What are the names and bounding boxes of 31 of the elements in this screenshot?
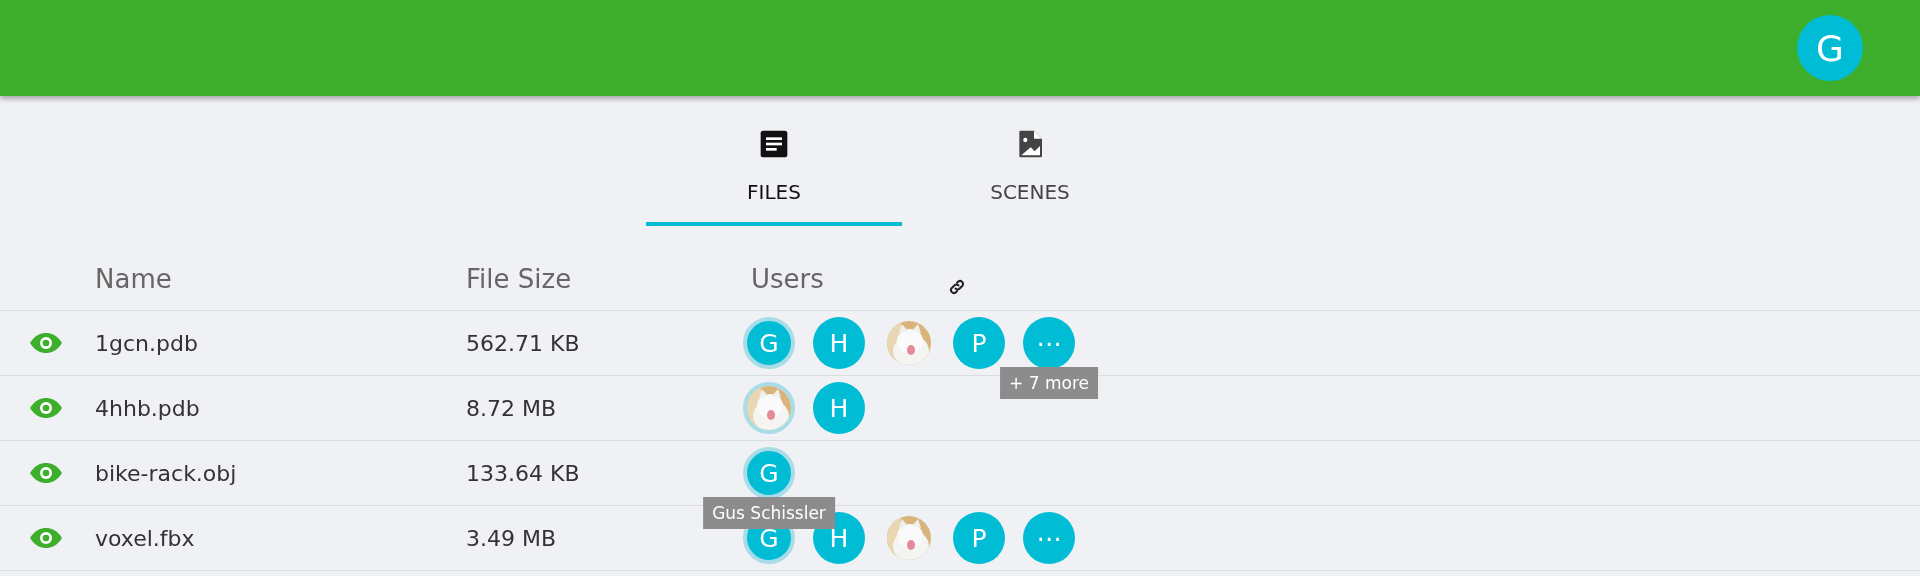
tab[interactable]: SCENES (902, 96, 1158, 226)
file-size: 562.71 KB (466, 330, 580, 356)
column-header: File Size (466, 264, 572, 294)
link-icon[interactable] (947, 278, 966, 296)
user-avatar[interactable]: H (813, 382, 865, 434)
file-name: 4hhb.pdb (95, 395, 200, 421)
user-avatar[interactable] (743, 382, 795, 434)
file-name: 1gcn.pdb (95, 330, 198, 356)
file-name: voxel.fbx (95, 525, 195, 551)
more-users-button[interactable]: ⋯ (1023, 512, 1075, 564)
tab[interactable]: FILES (646, 96, 902, 226)
eye-icon[interactable] (28, 463, 63, 483)
document-icon (758, 128, 790, 160)
column-header: Users (751, 264, 824, 294)
eye-icon[interactable] (28, 398, 63, 418)
file-size: 133.64 KB (466, 460, 580, 486)
tooltip: Gus Schissler (703, 497, 835, 529)
user-avatar[interactable]: H (813, 317, 865, 369)
more-users-button[interactable]: ⋯ (1023, 317, 1075, 369)
file-size: 8.72 MB (466, 395, 557, 421)
user-avatar[interactable]: G (743, 317, 795, 369)
user-avatar[interactable]: P (953, 317, 1005, 369)
tooltip: + 7 more (1000, 367, 1098, 399)
eye-icon[interactable] (28, 528, 63, 548)
column-header: Name (95, 264, 172, 294)
user-avatar[interactable]: G (743, 447, 795, 499)
eye-icon[interactable] (28, 333, 63, 353)
file-name: bike-rack.obj (95, 460, 237, 486)
account-avatar[interactable]: G (1797, 15, 1863, 81)
user-avatar[interactable]: P (953, 512, 1005, 564)
file-size: 3.49 MB (466, 525, 557, 551)
